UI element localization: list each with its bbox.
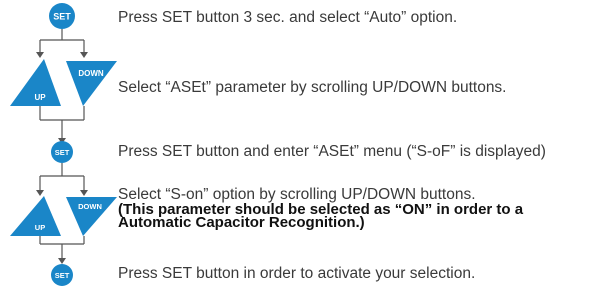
down-button-1: DOWN [66,61,117,106]
set-button-label: SET [55,271,70,280]
arrowhead [80,52,88,58]
set-button-1: SET [49,3,75,29]
up-button-label: UP [34,93,46,102]
up-button-2: UP [10,196,61,236]
step-2-text: Select “ASEt” parameter by scrolling UP/… [118,79,507,96]
step-3-text: Press SET button and enter “ASEt” menu (… [118,143,546,160]
set-button-2: SET [51,141,73,163]
step-1-text: Press SET button 3 sec. and select “Auto… [118,9,458,26]
set-button-label: SET [55,148,70,157]
down-button-label: DOWN [78,202,102,211]
step-4-note-line-2: Automatic Capacitor Recognition.) [118,214,365,231]
down-triangle-shape [66,61,117,106]
up-button-label: UP [35,223,45,232]
flow-diagram: SET UP DOWN SET UP DOWN SET Press SET bu… [0,0,595,290]
down-button-2: DOWN [66,197,117,236]
step-5-text: Press SET button in order to activate yo… [118,265,476,282]
arrowhead [80,190,88,196]
arrowhead [58,258,66,264]
arrowhead [36,52,44,58]
arrowhead [36,190,44,196]
set-button-label: SET [53,12,71,22]
down-button-label: DOWN [78,69,104,78]
up-button-1: UP [10,59,61,106]
set-button-3: SET [51,264,73,286]
